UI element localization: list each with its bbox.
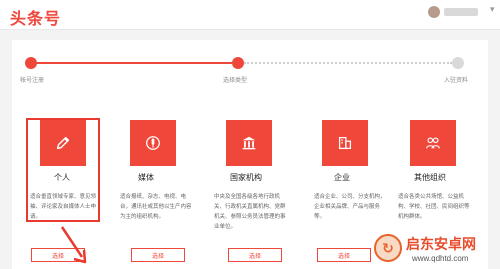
top-bar: 头条号 ▾ — [0, 0, 500, 30]
type-desc-media: 适合报纸、杂志、电视、电台，通讯社或其他以生产内容为主的组织机构。 — [120, 194, 192, 220]
microphone-icon — [130, 120, 176, 166]
type-name-media: 媒体 — [138, 173, 154, 182]
select-button-government[interactable]: 选择 — [228, 248, 282, 262]
people-group-icon — [410, 120, 456, 166]
site-watermark: ↻ 启东安卓网 www.qdhtd.com — [374, 230, 500, 269]
step-line-done — [34, 62, 232, 64]
select-button-enterprise[interactable]: 选择 — [317, 248, 371, 262]
step-line-todo — [244, 62, 452, 64]
annotation-arrow-icon — [60, 226, 87, 264]
brand-logo[interactable]: 头条号 — [10, 5, 61, 29]
step-dot-profile — [452, 57, 464, 69]
watermark-url: www.qdhtd.com — [412, 254, 469, 263]
step-label-profile: 入驻资料 — [444, 78, 469, 84]
type-desc-other-org: 适合各类公共场馆、公益机构、学校、社团、民间组织等机构群体。 — [398, 194, 470, 220]
chevron-down-icon[interactable]: ▾ — [490, 4, 495, 15]
office-building-icon — [322, 120, 368, 166]
select-button-media[interactable]: 选择 — [131, 248, 185, 262]
progress-steps: 帐号注册 选择类型 入驻资料 — [12, 40, 488, 100]
type-name-enterprise: 企业 — [334, 173, 350, 182]
watermark-title: 启东安卓网 — [406, 237, 476, 253]
selection-highlight — [26, 118, 100, 222]
avatar[interactable] — [428, 6, 440, 18]
watermark-logo-icon: ↻ — [374, 234, 402, 262]
government-building-icon — [226, 120, 272, 166]
step-dot-register — [25, 57, 37, 69]
step-label-register: 帐号注册 — [20, 78, 45, 84]
step-dot-select-type — [232, 57, 244, 69]
type-name-other-org: 其他组织 — [414, 173, 446, 182]
username-redacted[interactable] — [444, 8, 478, 16]
step-label-select-type: 选择类型 — [223, 78, 248, 84]
type-desc-government: 中央及全国各级各地行政机关、行政机关直属机构、党群机关、参照公务员法管理的事业单… — [214, 194, 286, 230]
type-desc-enterprise: 适合企业、公司、分支机构，企业相关品牌、产品与服务等。 — [314, 194, 386, 220]
type-name-government: 国家机构 — [230, 173, 262, 182]
